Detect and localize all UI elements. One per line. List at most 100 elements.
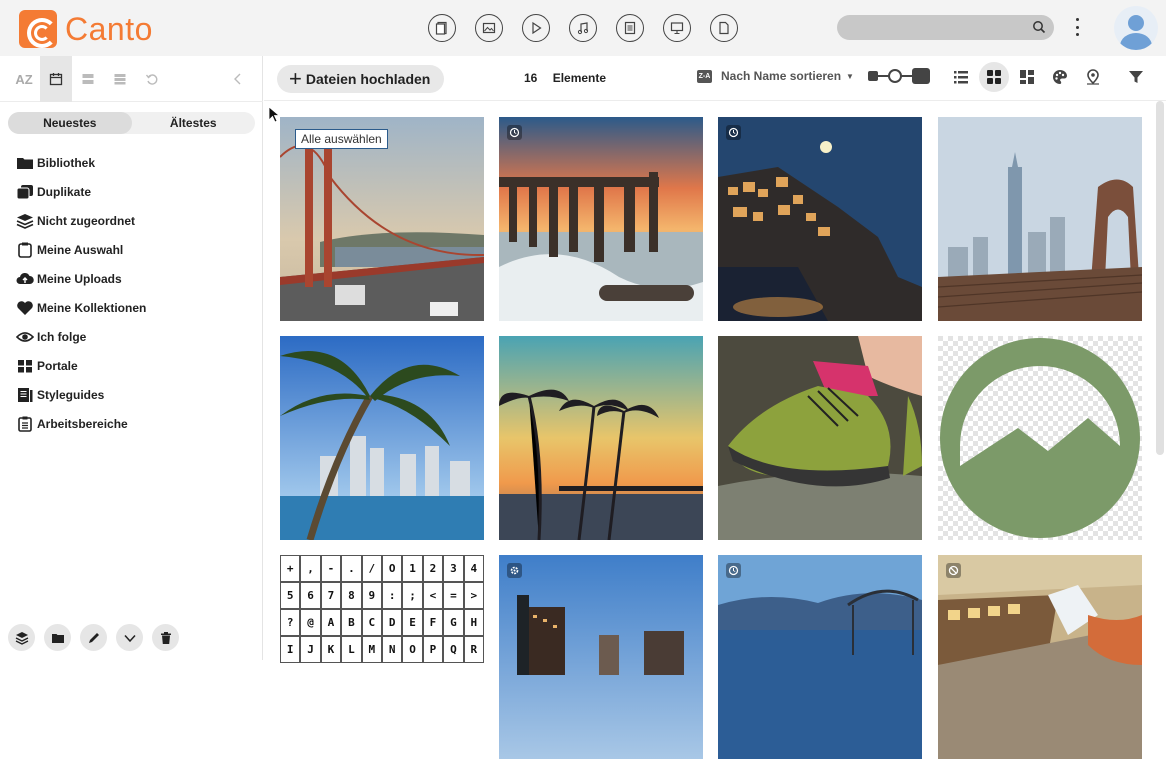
chart-cell: Q [443,636,464,663]
chart-cell: 8 [341,582,362,609]
segment-newest[interactable]: Neuestes [8,112,132,134]
chart-cell: 6 [300,582,321,609]
layers-tool-button[interactable] [8,624,35,651]
palm-sunset-image [499,336,703,540]
duplicate-icon [16,184,33,199]
map-pin-icon [1087,69,1099,85]
sort-date-button[interactable] [40,56,72,102]
canto-logo-mark [19,10,57,48]
sort-az-button[interactable]: AZ [8,56,40,102]
sidebar-item-label: Styleguides [37,387,105,402]
other-file-icon[interactable] [710,14,738,42]
sidebar-item-styleguides[interactable]: Styleguides [16,380,146,409]
asset-thumbnail-pier-sunset[interactable] [499,117,703,321]
asset-thumbnail-golden-gate[interactable]: Alle auswählen [280,117,484,321]
map-view-button[interactable] [1078,62,1108,92]
item-count-label: Elemente [552,71,607,85]
chart-cell: + [280,555,301,582]
asset-thumbnail-brooklyn-bridge[interactable] [938,117,1142,321]
chevron-left-icon [234,73,241,85]
canto-logo-text: Canto [65,10,153,47]
text-doc-icon[interactable] [616,14,644,42]
chart-cell: 4 [463,555,484,582]
chart-cell: M [361,636,382,663]
sidebar-item-meine-kollektionen[interactable]: Meine Kollektionen [16,293,146,322]
sidebar-item-bibliothek[interactable]: Bibliothek [16,148,146,177]
heart-icon [17,300,33,315]
sidebar-item-meine-uploads[interactable]: Meine Uploads [16,264,146,293]
presentation-icon[interactable] [663,14,691,42]
list-view-button[interactable] [946,62,976,92]
canto-logo[interactable]: Canto [19,10,153,48]
image-icon[interactable] [475,14,503,42]
sidebar-item-duplikate[interactable]: Duplikate [16,177,146,206]
chart-cell: 1 [402,555,423,582]
video-icon[interactable] [522,14,550,42]
expand-button[interactable] [116,624,143,651]
masonry-view-button[interactable] [1012,62,1042,92]
color-view-button[interactable] [1045,62,1075,92]
edit-button[interactable] [80,624,107,651]
sidebar-item-nicht-zugeordnet[interactable]: Nicht zugeordnet [16,206,146,235]
sidebar-item-meine-auswahl[interactable]: Meine Auswahl [16,235,146,264]
sidebar-item-label: Nicht zugeordnet [37,213,135,228]
chart-cell: 9 [361,582,382,609]
more-menu-icon[interactable] [1070,18,1084,36]
sidebar-item-arbeitsbereiche[interactable]: Arbeitsbereiche [16,409,146,438]
chart-cell: N [382,636,403,663]
sidebar-bottom-tools [8,624,179,651]
new-folder-button[interactable] [44,624,71,651]
chart-cell: I [280,636,301,663]
asset-thumbnail-lake-gazebo[interactable] [718,555,922,759]
thumbnail-size-slider[interactable] [868,68,930,84]
select-all-button[interactable]: Alle auswählen [295,129,388,149]
brooklyn-bridge-image [938,117,1142,321]
skyline-image [499,555,703,759]
sidebar-item-portale[interactable]: Portale [16,351,146,380]
view-mode-switcher [946,62,1151,92]
clock-icon [507,125,522,140]
chart-cell: R [463,636,484,663]
segment-oldest[interactable]: Ältestes [132,112,256,134]
filter-button[interactable] [1121,62,1151,92]
audio-icon[interactable] [569,14,597,42]
gear-icon [507,563,522,578]
asset-thumbnail-miami-palm[interactable] [280,336,484,540]
document-icon[interactable] [428,14,456,42]
asset-thumbnail-character-chart[interactable]: +, -. / O 1 2 3 4 5 6 7 8 9:; < = >? @ A B C D E F G H I J K L M N O P Q R [280,555,484,759]
sort-size-button[interactable] [72,56,104,102]
block-icon [946,563,961,578]
sort-reset-button[interactable] [136,56,168,102]
clock-icon [726,125,741,140]
upload-files-button[interactable]: + Dateien hochladen [277,65,445,93]
delete-button[interactable] [152,624,179,651]
sidebar-item-label: Meine Kollektionen [37,300,147,315]
search-icon[interactable] [1032,20,1046,34]
slider-handle[interactable] [888,69,902,83]
asset-thumbnail-canto-logo-png[interactable] [938,336,1142,540]
grid-view-button[interactable] [979,62,1009,92]
asset-thumbnail-hiking-boots[interactable] [718,336,922,540]
sidebar-item-label: Meine Uploads [37,271,122,286]
asset-thumbnail-palm-sunset[interactable] [499,336,703,540]
sidebar: AZ Neuestes Ältestes Bibliothek Duplikat… [0,56,263,660]
chart-cell: C [361,609,382,636]
transparent-logo-image [938,336,1142,540]
asset-thumbnail-train-station[interactable] [938,555,1142,759]
sidebar-item-label: Duplikate [37,184,92,199]
collapse-sidebar-button[interactable] [222,56,254,102]
grid-scrollbar[interactable] [1156,101,1164,455]
item-count: 16 Elemente [524,71,606,85]
sort-order-icon: Z-A [697,69,712,83]
chart-cell: 7 [320,582,342,609]
search-input[interactable] [837,15,1054,40]
chart-cell: L [341,636,362,663]
sort-type-button[interactable] [104,56,136,102]
asset-thumbnail-cinque-terre[interactable] [718,117,922,321]
sort-dropdown[interactable]: Z-A Nach Name sortieren ▼ [697,69,854,83]
cinque-terre-image [718,117,922,321]
chart-cell: O [402,636,423,663]
asset-thumbnail-chicago-skyline[interactable] [499,555,703,759]
sidebar-item-ich-folge[interactable]: Ich folge [16,322,146,351]
user-avatar[interactable] [1114,6,1158,50]
